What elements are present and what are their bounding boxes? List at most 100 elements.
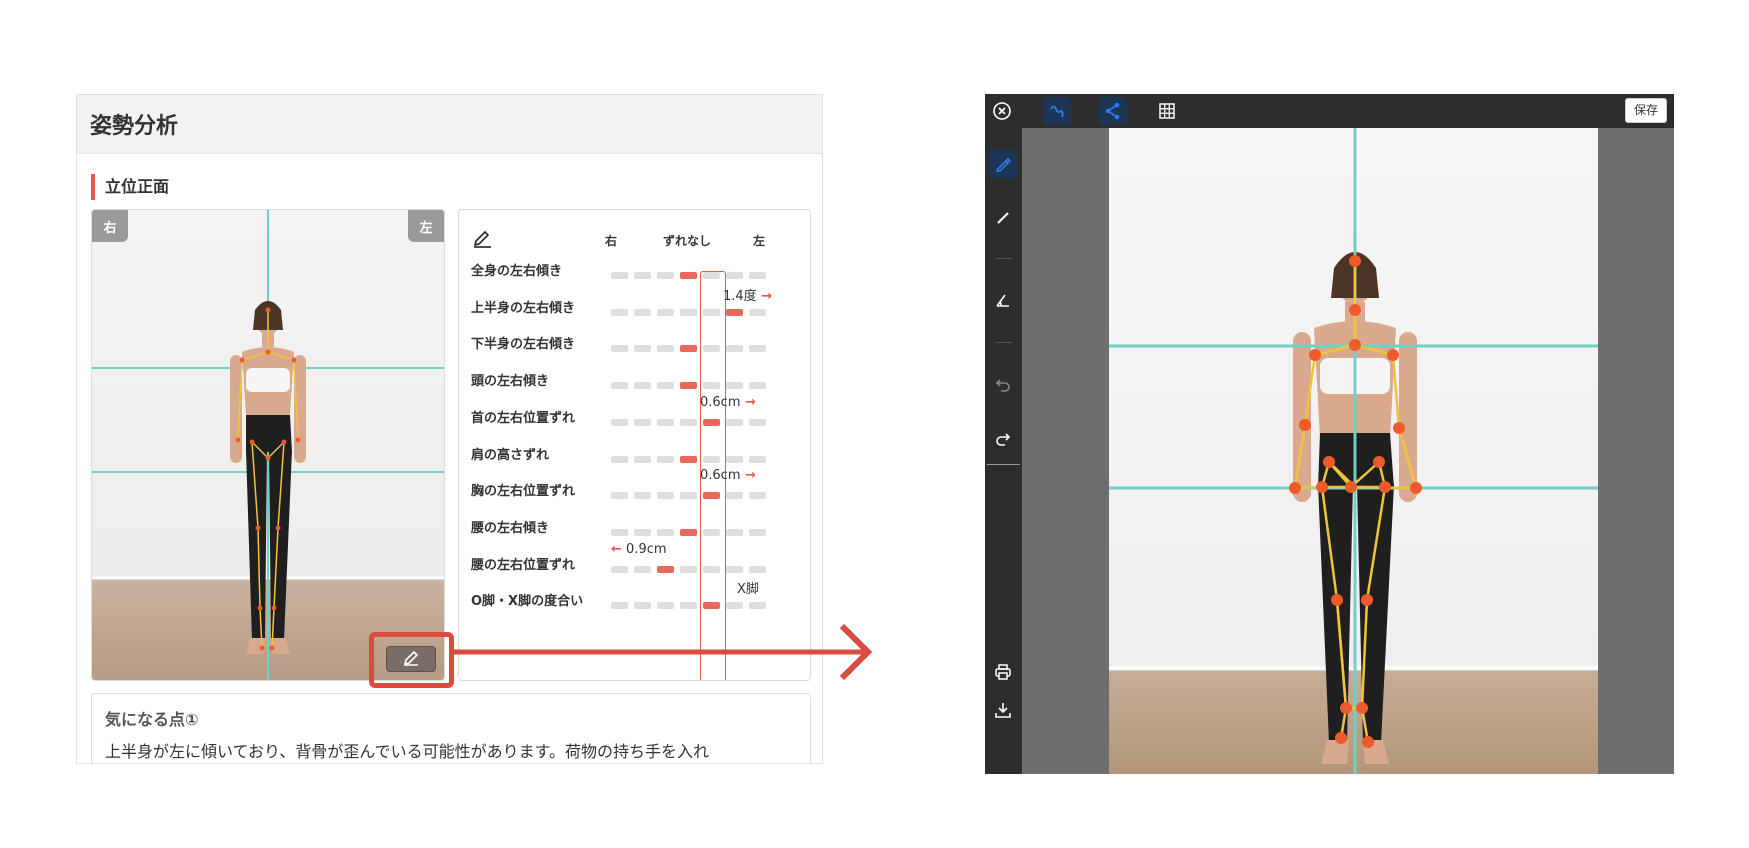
- print-icon[interactable]: [989, 658, 1017, 686]
- save-button[interactable]: 保存: [1624, 98, 1667, 123]
- scale-segment: [680, 602, 697, 610]
- scale-segment: [611, 528, 628, 536]
- deviation-value-text: X脚: [737, 582, 759, 598]
- editor-sidebar: [985, 128, 1022, 774]
- skeleton-editor: 保存: [985, 94, 1674, 774]
- scale-segment: [680, 418, 697, 426]
- scale-segment: [726, 528, 743, 536]
- scale-segment: [634, 602, 651, 610]
- scale-segment: [634, 418, 651, 426]
- scale-segment: [749, 272, 766, 279]
- deviation-value: 0.6cm →: [700, 395, 756, 410]
- angle-icon[interactable]: [989, 286, 1017, 314]
- metric-label: 腰の左右傾き: [471, 520, 550, 536]
- metric-label: 頭の左右傾き: [471, 374, 550, 390]
- deviation-marker: [680, 345, 697, 353]
- undo-icon[interactable]: [989, 370, 1017, 398]
- scale-segment: [749, 455, 766, 463]
- deviation-marker: [703, 602, 720, 610]
- scale-segment: [657, 345, 674, 353]
- scale-segment: [703, 565, 720, 573]
- metric-label: 上半身の左右傾き: [471, 300, 576, 316]
- scale-segment: [680, 565, 697, 573]
- deviation-marker: [680, 455, 697, 463]
- scale-segment: [703, 345, 720, 353]
- scale-segment: [634, 382, 651, 390]
- metric-row: 下半身の左右傾き: [459, 333, 810, 374]
- scale-segment: [634, 565, 651, 573]
- scale-segment: [749, 602, 766, 610]
- section-title: 立位正面: [91, 174, 169, 200]
- scale-segment: [657, 455, 674, 463]
- deviation-marker: [680, 528, 697, 536]
- metric-label: 肩の高さずれ: [471, 447, 550, 463]
- scale-segment: [611, 272, 628, 279]
- redo-icon[interactable]: [989, 424, 1017, 452]
- skeleton-icon[interactable]: [1099, 97, 1127, 125]
- scale-segment: [611, 565, 628, 573]
- scale-segment: [634, 345, 651, 353]
- metric-row: 頭の左右傾き: [459, 370, 810, 411]
- scale-segment: [611, 492, 628, 500]
- scale-segment: [703, 455, 720, 463]
- metrics-header: 右 ずれなし 左: [459, 226, 810, 250]
- left-side-badge: 左: [408, 210, 444, 242]
- scale-segment: [634, 308, 651, 316]
- deviation-marker: [703, 418, 720, 426]
- scale-segment: [726, 272, 743, 279]
- deviation-value-text: 0.6cm: [700, 394, 741, 410]
- line-icon[interactable]: [989, 204, 1017, 232]
- scale-segment: [611, 308, 628, 316]
- scale-segment: [703, 528, 720, 536]
- pencil-icon[interactable]: [989, 150, 1017, 178]
- deviation-marker: [680, 382, 697, 390]
- deviation-value-text: 0.9cm: [626, 541, 667, 557]
- deviation-marker: [703, 492, 720, 500]
- scale-segment: [703, 272, 720, 279]
- freehand-icon[interactable]: [1043, 97, 1071, 125]
- scale-segment: [749, 382, 766, 390]
- scale-segment: [611, 602, 628, 610]
- close-circle-icon[interactable]: [988, 97, 1016, 125]
- scale-segment: [726, 455, 743, 463]
- page-title: 姿勢分析: [90, 114, 179, 139]
- scale-left-label: 左: [753, 234, 766, 248]
- posture-figure: [92, 210, 444, 680]
- deviation-marker: [657, 565, 674, 573]
- deviation-value: X脚: [737, 578, 759, 597]
- scale-segment: [703, 308, 720, 316]
- sidebar-divider: [995, 342, 1012, 343]
- pencil-icon[interactable]: [471, 226, 493, 252]
- sidebar-divider: [995, 258, 1012, 259]
- right-side-badge: 右: [92, 210, 128, 242]
- scale-segment: [611, 418, 628, 426]
- scale-segment: [657, 272, 674, 279]
- download-icon[interactable]: [989, 696, 1017, 724]
- scale-segment: [657, 492, 674, 500]
- grid-icon[interactable]: [1153, 97, 1181, 125]
- scale-segment: [657, 528, 674, 536]
- deviation-value: 1.4度 →: [723, 285, 772, 304]
- highlight-frame: [369, 632, 454, 688]
- scale-segment: [634, 272, 651, 279]
- sidebar-divider: [987, 464, 1020, 465]
- scale-segment: [611, 345, 628, 353]
- scale-segment: [611, 455, 628, 463]
- metric-row: 肩の高さずれ: [459, 444, 810, 485]
- scale-segment: [703, 382, 720, 390]
- metric-label: O脚・X脚の度合い: [471, 594, 584, 610]
- metric-row: 上半身の左右傾き 1.4度 →: [459, 289, 810, 338]
- scale-segment: [680, 492, 697, 500]
- deviation-value: 0.6cm →: [700, 468, 756, 483]
- editor-canvas[interactable]: [1109, 128, 1598, 774]
- metric-row: 首の左右位置ずれ 0.6cm →: [459, 395, 810, 448]
- notes-text: 上半身が左に傾いており、背骨が歪んでいる可能性があります。荷物の持ち手を入れ: [105, 742, 710, 761]
- scale-segment: [749, 418, 766, 426]
- metric-row: 胸の左右位置ずれ 0.6cm →: [459, 468, 810, 521]
- metric-label: 首の左右位置ずれ: [471, 410, 576, 426]
- scale-segment: [749, 528, 766, 536]
- editor-posture-figure: [1109, 128, 1598, 774]
- deviation-marker: [726, 308, 743, 316]
- scale-segment: [749, 492, 766, 500]
- metric-label: 腰の左右位置ずれ: [471, 557, 576, 573]
